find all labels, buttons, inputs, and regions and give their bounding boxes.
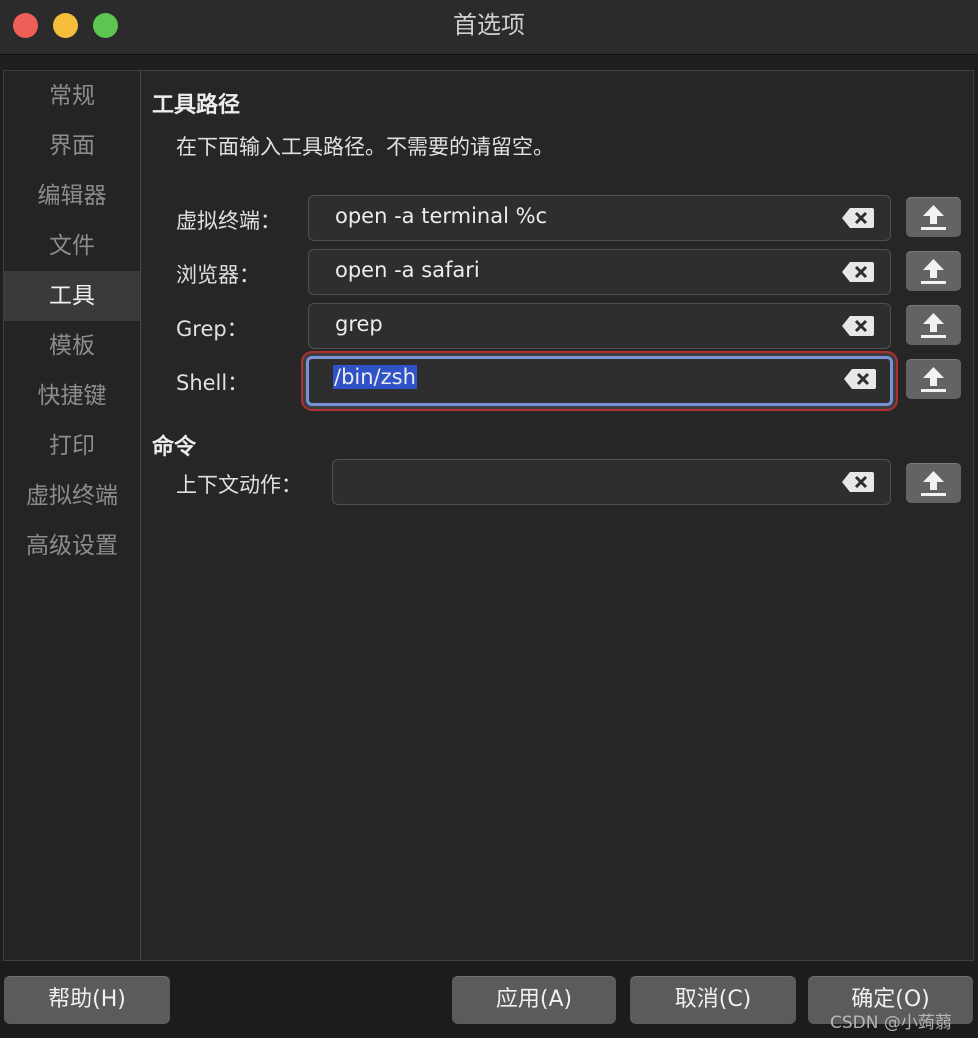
- sidebar-item-printing[interactable]: 打印: [4, 421, 140, 471]
- clear-backspace-icon[interactable]: [842, 208, 874, 228]
- watermark: CSDN @小蒟蒻: [830, 1013, 952, 1033]
- sidebar-item-advanced[interactable]: 高级设置: [4, 521, 140, 571]
- upload-arrow-icon: [921, 471, 946, 496]
- terminal-label: 虚拟终端：: [176, 209, 281, 233]
- preferences-sidebar: 常规 界面 编辑器 文件 工具 模板 快捷键 打印 虚拟终端 高级设置: [3, 70, 141, 961]
- apply-button[interactable]: 应用(A): [452, 976, 616, 1024]
- tool-paths-heading: 工具路径: [152, 93, 241, 118]
- shell-label: Shell：: [176, 371, 249, 395]
- clear-backspace-icon[interactable]: [842, 262, 874, 282]
- window-title: 首选项: [453, 11, 525, 39]
- terminal-field[interactable]: open -a terminal %c: [308, 195, 891, 241]
- context-action-label: 上下文动作：: [176, 473, 302, 497]
- browser-label: 浏览器：: [176, 263, 260, 287]
- shell-field[interactable]: /bin/zsh: [306, 356, 893, 406]
- upload-arrow-icon: [921, 205, 946, 230]
- clear-backspace-icon[interactable]: [842, 472, 874, 492]
- sidebar-item-tools[interactable]: 工具: [4, 271, 140, 321]
- help-button[interactable]: 帮助(H): [4, 976, 170, 1024]
- sidebar-item-files[interactable]: 文件: [4, 221, 140, 271]
- sidebar-item-templates[interactable]: 模板: [4, 321, 140, 371]
- context-action-browse-button[interactable]: [906, 463, 961, 503]
- sidebar-item-general[interactable]: 常规: [4, 71, 140, 121]
- title-bar: 首选项: [0, 0, 978, 55]
- commands-heading: 命令: [152, 435, 197, 460]
- browser-field-value[interactable]: open -a safari: [335, 258, 480, 282]
- tool-paths-description: 在下面输入工具路径。不需要的请留空。: [176, 135, 554, 159]
- clear-backspace-icon[interactable]: [842, 316, 874, 336]
- upload-arrow-icon: [921, 313, 946, 338]
- grep-browse-button[interactable]: [906, 305, 961, 345]
- sidebar-item-shortcuts[interactable]: 快捷键: [4, 371, 140, 421]
- browser-browse-button[interactable]: [906, 251, 961, 291]
- upload-arrow-icon: [921, 367, 946, 392]
- sidebar-item-interface[interactable]: 界面: [4, 121, 140, 171]
- shell-browse-button[interactable]: [906, 359, 961, 399]
- browser-field[interactable]: open -a safari: [308, 249, 891, 295]
- upload-arrow-icon: [921, 259, 946, 284]
- grep-field[interactable]: grep: [308, 303, 891, 349]
- terminal-field-value[interactable]: open -a terminal %c: [335, 204, 547, 228]
- grep-field-value[interactable]: grep: [335, 312, 383, 336]
- sidebar-item-editor[interactable]: 编辑器: [4, 171, 140, 221]
- terminal-browse-button[interactable]: [906, 197, 961, 237]
- sidebar-item-terminal[interactable]: 虚拟终端: [4, 471, 140, 521]
- grep-label: Grep：: [176, 317, 248, 341]
- tools-panel: 工具路径 在下面输入工具路径。不需要的请留空。 虚拟终端： open -a te…: [141, 70, 974, 961]
- shell-field-value[interactable]: /bin/zsh: [333, 365, 417, 389]
- cancel-button[interactable]: 取消(C): [630, 976, 796, 1024]
- clear-backspace-icon[interactable]: [844, 369, 876, 389]
- context-action-field[interactable]: [332, 459, 891, 505]
